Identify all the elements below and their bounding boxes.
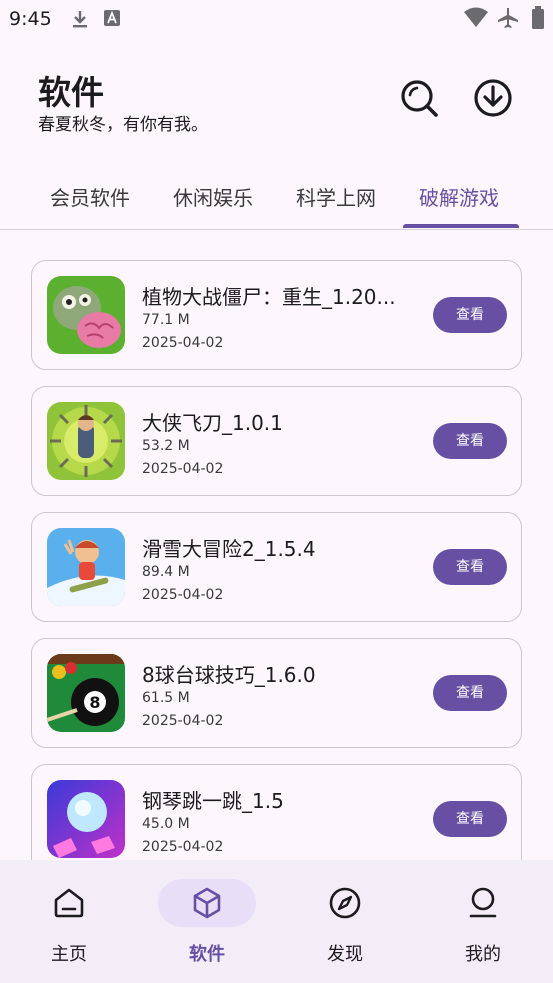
status-time: 9:45 — [9, 8, 52, 30]
piano-ball-game-icon — [47, 780, 125, 858]
app-date: 2025-04-02 — [142, 713, 224, 729]
nav-item-profile[interactable]: 我的 — [414, 860, 552, 983]
view-button[interactable]: 查看 — [433, 675, 507, 711]
app-name: 钢琴跳一跳_1.5 — [142, 789, 284, 813]
view-button[interactable]: 查看 — [433, 297, 507, 333]
svg-text:8: 8 — [89, 693, 100, 712]
tab-leisure[interactable]: 休闲娱乐 — [173, 182, 253, 211]
download-circle-icon[interactable] — [473, 78, 513, 118]
app-date: 2025-04-02 — [142, 839, 224, 855]
person-icon — [469, 887, 497, 918]
list-item[interactable]: 植物大战僵尸：重生_1.20... 77.1 M 2025-04-02 查看 — [31, 260, 522, 370]
tab-cracked-games[interactable]: 破解游戏 — [419, 182, 499, 211]
list-item[interactable]: 滑雪大冒险2_1.5.4 89.4 M 2025-04-02 查看 — [31, 512, 522, 622]
app-size: 45.0 M — [142, 816, 190, 832]
search-icon[interactable] — [399, 78, 439, 118]
view-button[interactable]: 查看 — [433, 549, 507, 585]
category-tabs: 会员软件 休闲娱乐 科学上网 破解游戏 — [0, 166, 553, 230]
download-icon — [73, 11, 87, 28]
app-date: 2025-04-02 — [142, 461, 224, 477]
app-name: 8球台球技巧_1.6.0 — [142, 663, 316, 687]
airplane-icon — [498, 8, 518, 28]
page-subtitle: 春夏秋冬，有你有我。 — [38, 115, 208, 135]
nav-label: 软件 — [189, 944, 225, 965]
tab-active-indicator — [403, 224, 519, 228]
bottom-nav: 主页 软件 发现 我的 — [0, 860, 553, 983]
page-title: 软件 — [38, 73, 104, 112]
knife-hero-game-icon — [47, 402, 125, 480]
nav-label: 主页 — [51, 944, 87, 965]
nav-label: 我的 — [465, 944, 501, 965]
view-button[interactable]: 查看 — [433, 801, 507, 837]
view-button[interactable]: 查看 — [433, 423, 507, 459]
text-a-icon — [104, 10, 120, 26]
app-date: 2025-04-02 — [142, 335, 224, 351]
app-size: 89.4 M — [142, 564, 190, 580]
home-icon — [54, 888, 84, 918]
tab-vip-software[interactable]: 会员软件 — [50, 182, 130, 211]
ski-game-icon — [47, 528, 125, 606]
app-size: 53.2 M — [142, 438, 190, 454]
billiards-game-icon: 8 — [47, 654, 125, 732]
nav-label: 发现 — [327, 944, 363, 965]
tab-vpn[interactable]: 科学上网 — [296, 182, 376, 211]
app-name: 大侠飞刀_1.0.1 — [142, 411, 283, 435]
zombie-game-icon — [47, 276, 125, 354]
compass-icon — [329, 887, 361, 919]
list-item[interactable]: 8 8球台球技巧_1.6.0 61.5 M 2025-04-02 查看 — [31, 638, 522, 748]
battery-icon — [532, 6, 544, 29]
wifi-icon — [464, 7, 488, 27]
app-name: 滑雪大冒险2_1.5.4 — [142, 537, 316, 561]
app-size: 61.5 M — [142, 690, 190, 706]
nav-item-home[interactable]: 主页 — [0, 860, 138, 983]
nav-item-software[interactable]: 软件 — [138, 860, 276, 983]
app-name: 植物大战僵尸：重生_1.20... — [142, 285, 396, 309]
nav-item-discover[interactable]: 发现 — [276, 860, 414, 983]
list-item[interactable]: 大侠飞刀_1.0.1 53.2 M 2025-04-02 查看 — [31, 386, 522, 496]
cube-icon — [193, 887, 221, 919]
status-bar: 9:45 — [0, 0, 553, 38]
list-item[interactable]: 钢琴跳一跳_1.5 45.0 M 2025-04-02 查看 — [31, 764, 522, 874]
app-size: 77.1 M — [142, 312, 190, 328]
app-date: 2025-04-02 — [142, 587, 224, 603]
